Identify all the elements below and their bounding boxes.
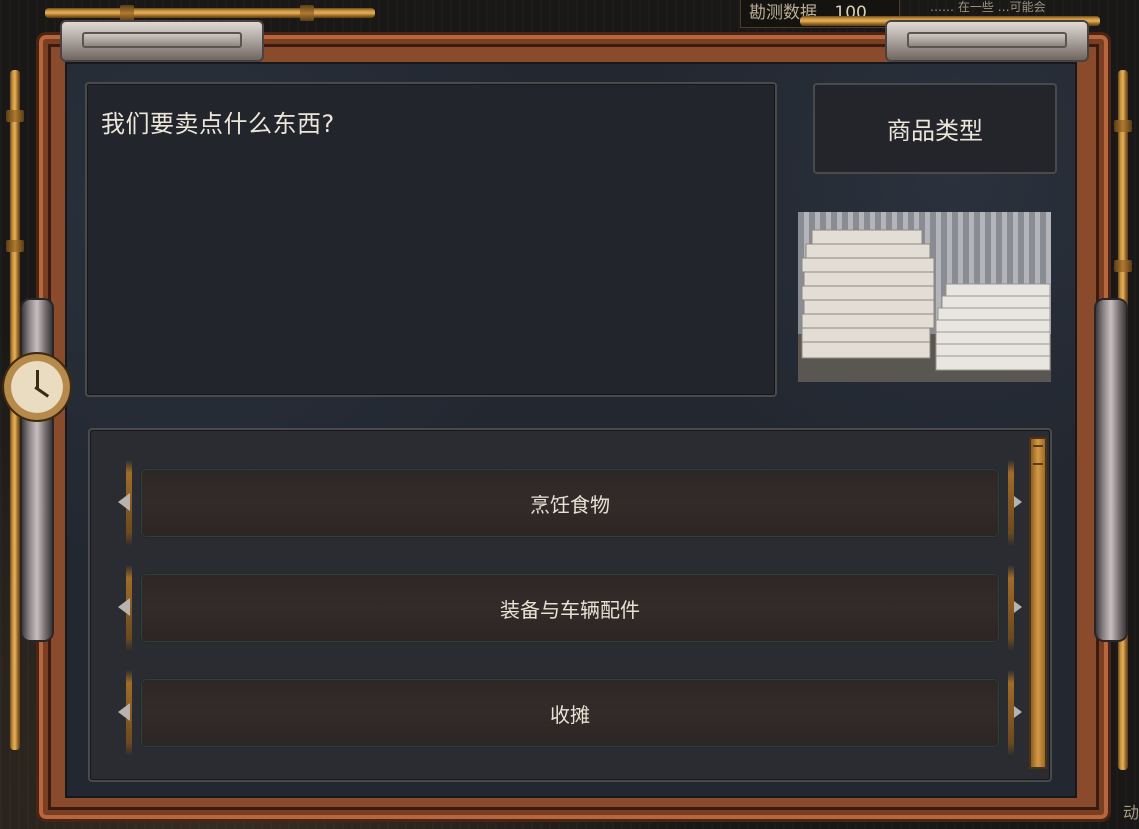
pipe-ring bbox=[1114, 260, 1132, 272]
steel-cylinder-right bbox=[1096, 300, 1126, 640]
steel-cylinder-left bbox=[22, 300, 52, 640]
option-cooked-food-button[interactable]: 烹饪食物 bbox=[140, 468, 1000, 538]
scrollbar-grip[interactable] bbox=[1033, 445, 1043, 465]
pipe-ring bbox=[300, 5, 314, 21]
option-close-stall-button[interactable]: 收摊 bbox=[140, 678, 1000, 748]
option-rail bbox=[1008, 565, 1014, 651]
option-rail bbox=[1008, 460, 1014, 546]
arrow-left-icon bbox=[118, 493, 130, 511]
frame-corner-plate-left bbox=[60, 20, 264, 62]
category-title: 商品类型 bbox=[813, 83, 1057, 174]
dialog-prompt: 我们要卖点什么东西? bbox=[101, 110, 335, 138]
arrow-left-icon bbox=[118, 598, 130, 616]
clock-icon bbox=[2, 352, 72, 422]
bottom-right-text: 动 bbox=[1122, 803, 1139, 822]
frame-corner-plate-right bbox=[885, 20, 1089, 62]
pipe-ring bbox=[1114, 120, 1132, 132]
option-row: 烹饪食物 bbox=[118, 460, 1022, 546]
option-equipment-vehicle-parts-button[interactable]: 装备与车辆配件 bbox=[140, 573, 1000, 643]
option-row: 装备与车辆配件 bbox=[118, 565, 1022, 651]
option-row: 收摊 bbox=[118, 670, 1022, 756]
pipe-ring bbox=[6, 240, 24, 252]
goods-illustration bbox=[798, 212, 1051, 382]
option-list-scrollbar[interactable] bbox=[1029, 437, 1047, 769]
dialog-text-panel: 我们要卖点什么东西? bbox=[85, 82, 777, 397]
arrow-left-icon bbox=[118, 703, 130, 721]
pipe-ring bbox=[6, 110, 24, 122]
brass-pipe-top-left bbox=[45, 8, 375, 18]
pipe-ring bbox=[120, 5, 134, 21]
option-rail bbox=[1008, 670, 1014, 756]
